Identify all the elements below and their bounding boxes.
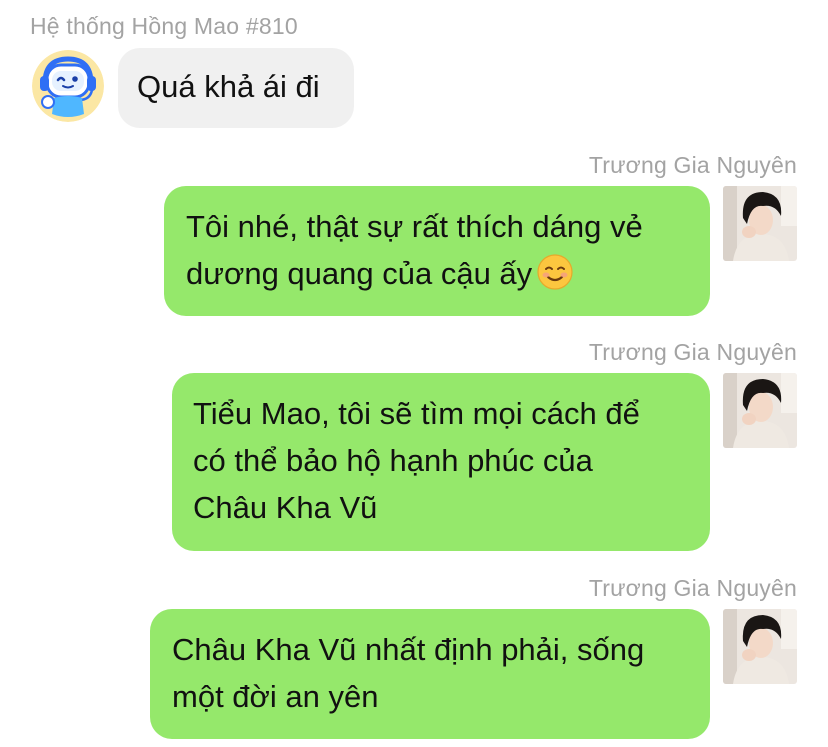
message-text: có thể bảo hộ hạnh phúc của: [193, 443, 593, 478]
user-photo-icon: [723, 609, 797, 684]
sender-name: Trương Gia Nguyên: [588, 152, 797, 178]
smiling-face-icon: [537, 254, 573, 290]
sender-name: Trương Gia Nguyên: [588, 575, 797, 601]
message-bubble[interactable]: Tiểu Mao, tôi sẽ tìm mọi cách để có thể …: [172, 373, 710, 551]
message-text: Quá khả ái đi: [137, 69, 320, 104]
message-bubble[interactable]: Quá khả ái đi: [118, 48, 354, 128]
message-text: dương quang của cậu ấy: [186, 250, 690, 297]
message-text: Tiểu Mao, tôi sẽ tìm mọi cách để: [193, 396, 640, 431]
sender-name: Trương Gia Nguyên: [588, 339, 797, 365]
user-avatar[interactable]: [723, 186, 797, 261]
user-photo-icon: [723, 186, 797, 261]
message-text: Châu Kha Vũ nhất định phải, sống: [172, 632, 645, 667]
message-text: Tôi nhé, thật sự rất thích dáng vẻ: [186, 209, 643, 244]
bot-avatar[interactable]: [32, 50, 104, 122]
message-bubble[interactable]: Châu Kha Vũ nhất định phải, sống một đời…: [150, 609, 710, 739]
message-text: Châu Kha Vũ: [193, 490, 378, 525]
user-photo-icon: [723, 373, 797, 448]
message-text: một đời an yên: [172, 679, 379, 714]
sender-name: Hệ thống Hồng Mao #810: [30, 13, 298, 39]
user-avatar[interactable]: [723, 373, 797, 448]
robot-mascot-icon: [32, 50, 104, 122]
user-avatar[interactable]: [723, 609, 797, 684]
message-bubble[interactable]: Tôi nhé, thật sự rất thích dáng vẻ dương…: [164, 186, 710, 316]
